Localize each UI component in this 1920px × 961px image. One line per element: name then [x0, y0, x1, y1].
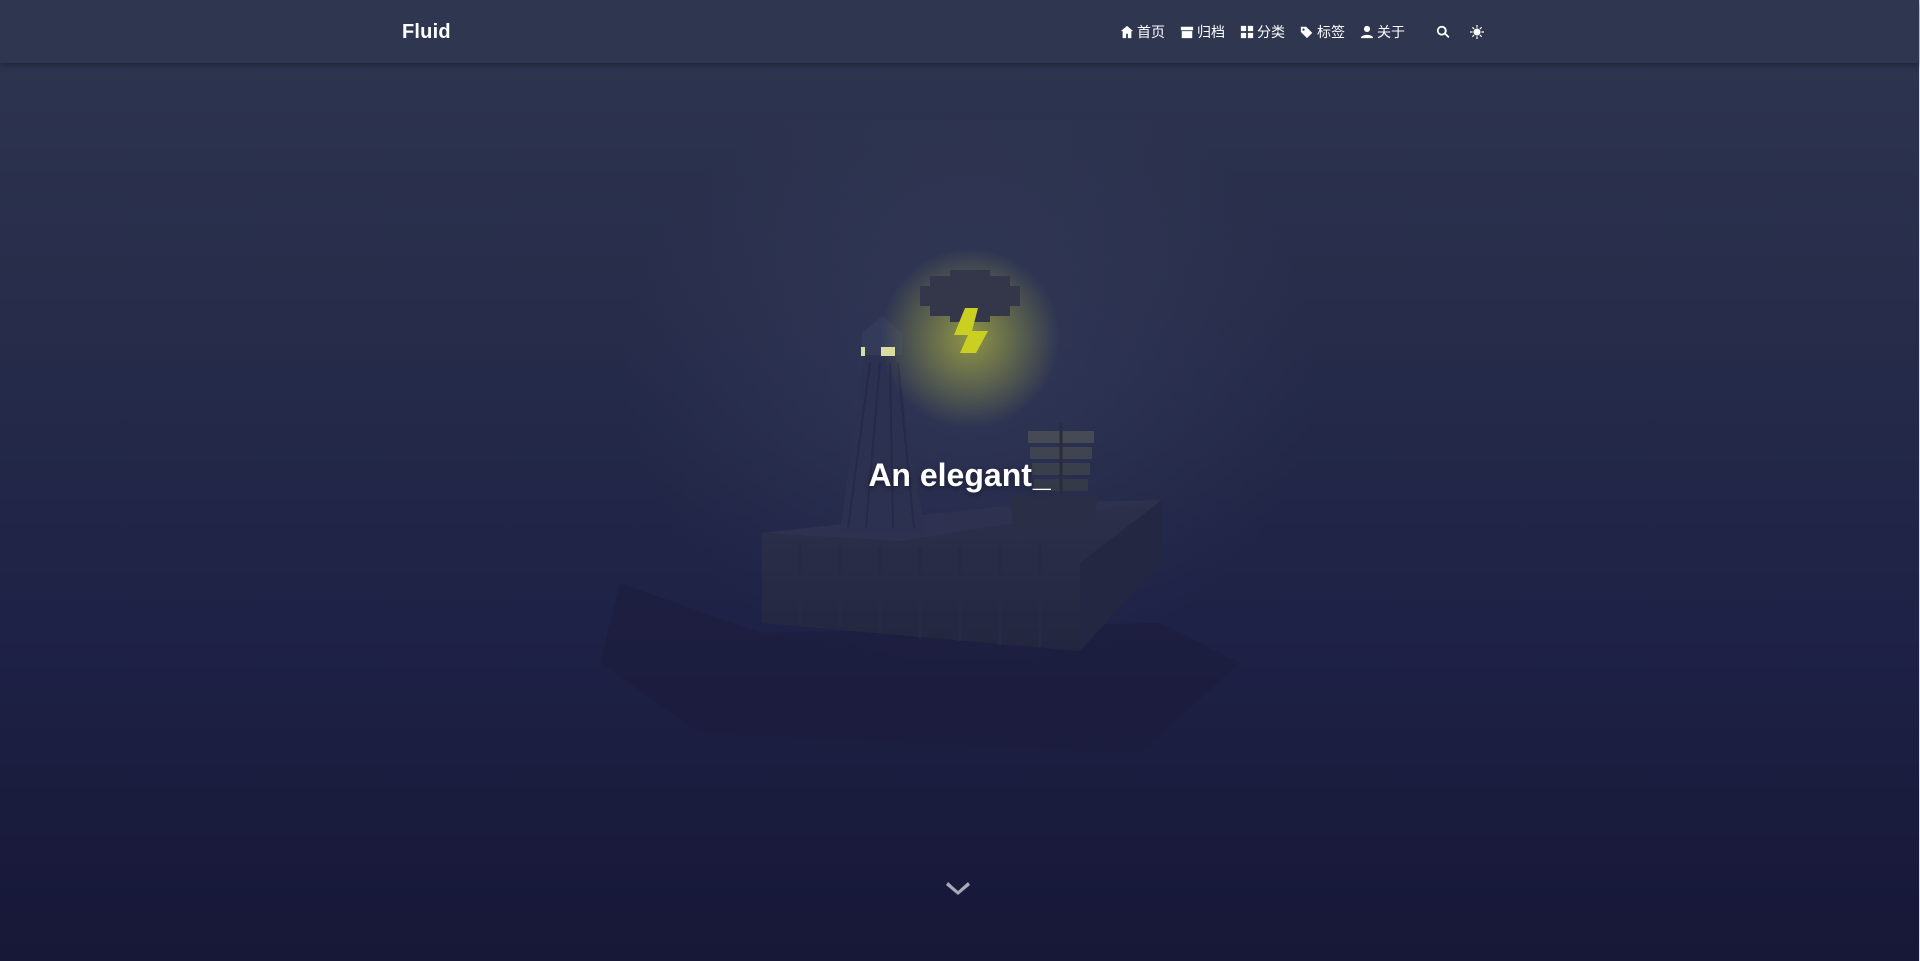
nav-item-tags[interactable]: 标签	[1300, 22, 1345, 42]
archive-icon	[1180, 26, 1194, 38]
nav-item-label: 关于	[1377, 23, 1405, 40]
hero-background-scene	[0, 63, 1919, 961]
search-button[interactable]	[1432, 21, 1454, 43]
hero-illustration	[600, 248, 1240, 753]
theme-toggle-button[interactable]	[1466, 21, 1488, 43]
typing-cursor: _	[1032, 457, 1051, 493]
nav-item-label: 标签	[1317, 23, 1345, 40]
scroll-down-button[interactable]	[945, 877, 971, 897]
nav-item-categories[interactable]: 分类	[1240, 22, 1285, 42]
category-icon	[1240, 25, 1254, 38]
chevron-down-icon	[946, 882, 970, 895]
nav-item-home[interactable]: 首页	[1120, 22, 1165, 42]
nav-item-label: 归档	[1197, 23, 1225, 40]
user-icon	[1360, 25, 1374, 38]
main-nav: 首页 归档 分类 标签 关于	[1120, 0, 1488, 63]
search-icon	[1436, 25, 1450, 38]
nav-item-archive[interactable]: 归档	[1180, 22, 1225, 42]
top-navbar: Fluid 首页 归档 分类 标签 关于	[0, 0, 1919, 63]
hero-headline: An elegant_	[0, 457, 1919, 494]
nav-item-label: 首页	[1137, 23, 1165, 40]
tags-icon	[1300, 26, 1313, 38]
home-icon	[1120, 25, 1134, 38]
sun-icon	[1470, 24, 1484, 39]
hero-headline-text: An elegant	[868, 457, 1032, 493]
brand-logo[interactable]: Fluid	[402, 21, 451, 44]
page: Fluid 首页 归档 分类 标签 关于 An elegant_	[0, 0, 1920, 961]
ship-hull	[1008, 495, 1098, 533]
nav-item-label: 分类	[1257, 23, 1285, 40]
nav-item-about[interactable]: 关于	[1360, 22, 1405, 42]
